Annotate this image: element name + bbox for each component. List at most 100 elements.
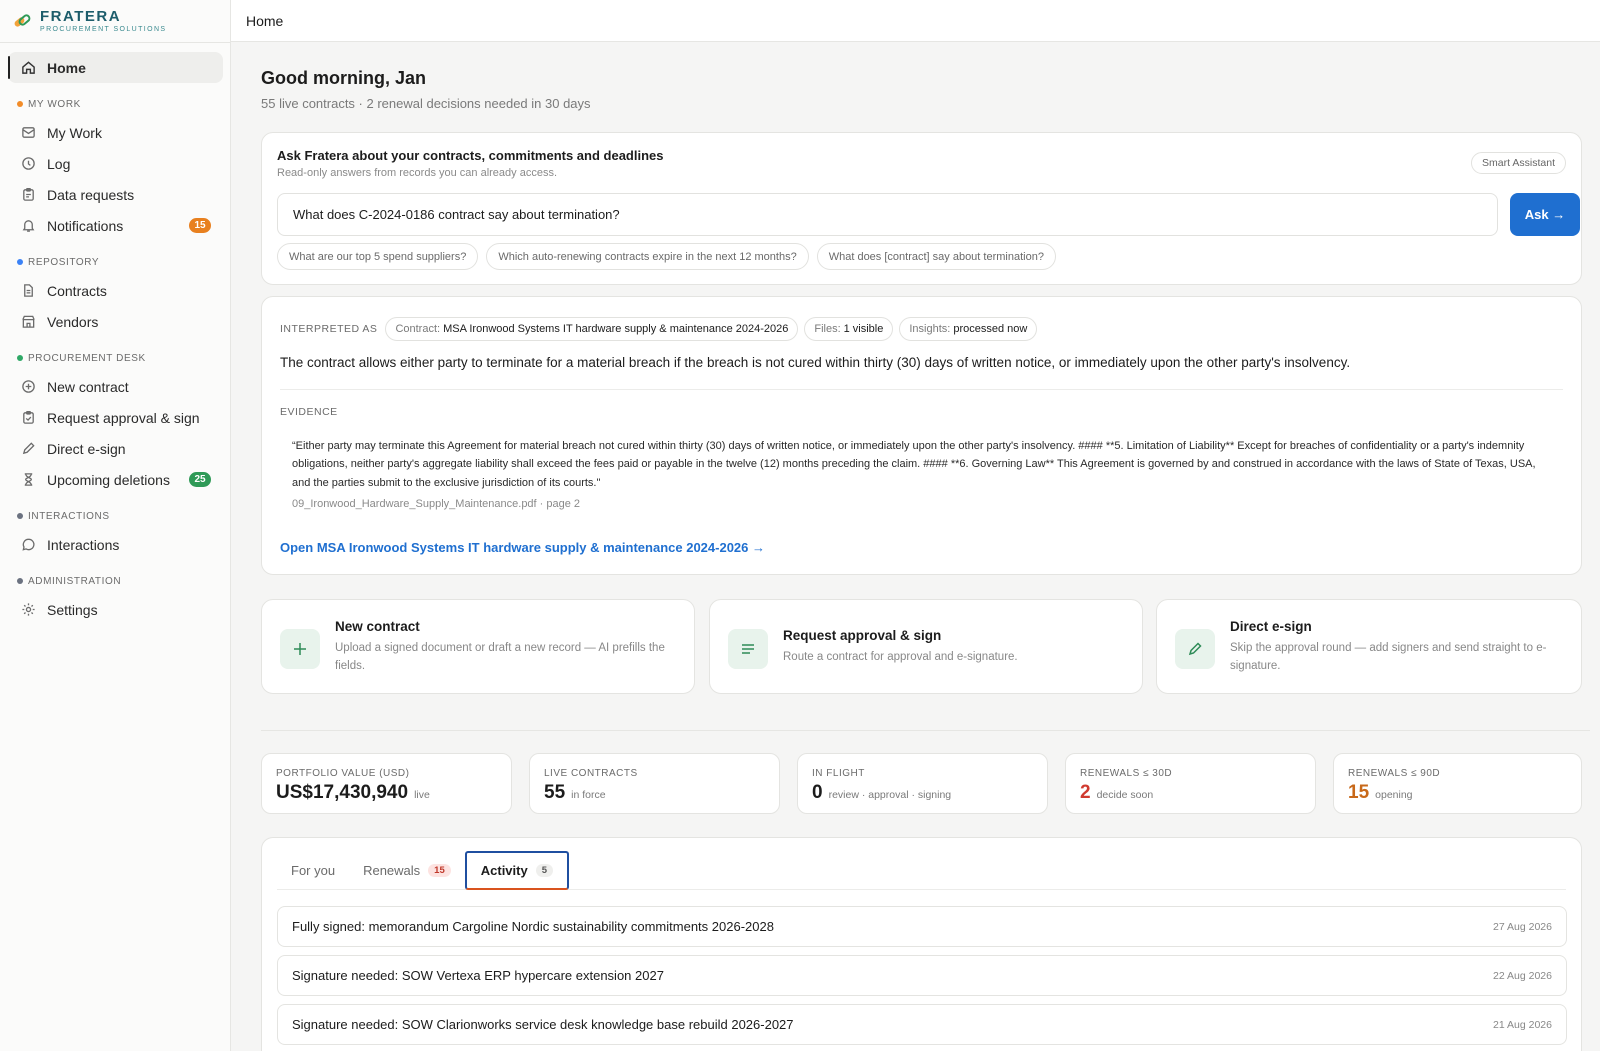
- pill-key: Files:: [814, 323, 841, 335]
- brand[interactable]: FRATERA PROCUREMENT SOLUTIONS: [0, 0, 230, 42]
- store-icon: [20, 314, 36, 330]
- pen-icon: [1175, 629, 1215, 669]
- divider: [261, 730, 1590, 731]
- page-title: Good morning, Jan: [261, 68, 426, 88]
- stat-value: US$17,430,940: [276, 782, 409, 803]
- sidebar-item-direct-esign[interactable]: Direct e-sign: [8, 433, 223, 464]
- sidebar-item-label: Contracts: [47, 282, 107, 299]
- stat-value: 55: [544, 782, 566, 803]
- page-subtitle: 55 live contracts · 2 renewal decisions …: [261, 96, 591, 111]
- section-dot: [17, 355, 23, 361]
- section-my-work: MY WORK: [0, 97, 231, 111]
- divider: [280, 389, 1563, 390]
- evidence-label: EVIDENCE: [280, 406, 338, 418]
- activity-row[interactable]: Fully signed: memorandum Cargoline Nordi…: [277, 906, 1567, 947]
- sidebar-item-label: Request approval & sign: [47, 409, 200, 426]
- stat-label: LIVE CONTRACTS: [544, 768, 638, 779]
- sidebar-item-label: Interactions: [47, 536, 120, 553]
- direct-esign-card[interactable]: Direct e-sign Skip the approval round — …: [1156, 599, 1582, 694]
- tab-for-you[interactable]: For you: [277, 851, 349, 890]
- tab-renewals[interactable]: Renewals 15: [349, 851, 465, 890]
- sidebar: FRATERA PROCUREMENT SOLUTIONS Home MY WO…: [0, 0, 231, 1051]
- sidebar-item-label: Home: [47, 59, 86, 76]
- sidebar-item-log[interactable]: Log: [8, 148, 223, 179]
- sidebar-item-notifications[interactable]: Notifications 15: [8, 210, 223, 241]
- stat-renewals-90d: RENEWALS ≤ 90D 15 opening: [1333, 753, 1582, 814]
- plus-circle-icon: [20, 379, 36, 395]
- sidebar-item-label: Direct e-sign: [47, 440, 126, 457]
- evidence-quote: “Either party may terminate this Agreeme…: [292, 440, 1536, 489]
- sidebar-item-request-approval[interactable]: Request approval & sign: [8, 402, 223, 433]
- sidebar-item-interactions[interactable]: Interactions: [8, 529, 223, 560]
- sidebar-item-new-contract[interactable]: New contract: [8, 371, 223, 402]
- clipboard-icon: [20, 187, 36, 203]
- sidebar-item-upcoming-deletions[interactable]: Upcoming deletions 25: [8, 464, 223, 495]
- clock-icon: [20, 156, 36, 172]
- suggestion-chip[interactable]: What does [contract] say about terminati…: [816, 243, 1056, 270]
- interpreted-as-row: INTERPRETED AS Contract: MSA Ironwood Sys…: [280, 317, 1038, 341]
- sidebar-item-contracts[interactable]: Contracts: [8, 275, 223, 306]
- stat-label: PORTFOLIO VALUE (USD): [276, 768, 410, 779]
- section-label: REPOSITORY: [28, 256, 100, 268]
- activity-title: Signature needed: SOW Vertexa ERP hyperc…: [292, 968, 664, 983]
- ask-title: Ask Fratera about your contracts, commit…: [277, 148, 664, 163]
- deletions-badge: 25: [189, 472, 211, 487]
- breadcrumb: Home: [246, 12, 284, 29]
- sidebar-item-label: Vendors: [47, 313, 99, 330]
- section-dot: [17, 259, 23, 265]
- fratera-logo-icon: [12, 11, 32, 31]
- divider: [0, 42, 231, 43]
- stat-note: live: [414, 789, 430, 801]
- answer-card: INTERPRETED AS Contract: MSA Ironwood Sys…: [261, 296, 1582, 575]
- sidebar-item-home[interactable]: Home: [8, 52, 223, 83]
- activity-row[interactable]: Signature needed: SOW Clarionworks servi…: [277, 1004, 1567, 1045]
- activity-title: Fully signed: memorandum Cargoline Nordi…: [292, 919, 774, 934]
- ask-input[interactable]: What does C-2024-0186 contract say about…: [277, 193, 1498, 236]
- hourglass-icon: [20, 472, 36, 488]
- clipboard-check-icon: [20, 410, 36, 426]
- stat-label: IN FLIGHT: [812, 768, 865, 779]
- activity-title: Signature needed: SOW Clarionworks servi…: [292, 1017, 794, 1032]
- suggestion-chip[interactable]: What are our top 5 spend suppliers?: [277, 243, 479, 270]
- activity-row[interactable]: Signature needed: SOW Vertexa ERP hyperc…: [277, 955, 1567, 996]
- sidebar-item-vendors[interactable]: Vendors: [8, 306, 223, 337]
- action-desc: Route a contract for approval and e-sign…: [783, 651, 1018, 663]
- new-contract-card[interactable]: New contract Upload a signed document or…: [261, 599, 695, 694]
- ask-subtitle: Read-only answers from records you can a…: [277, 167, 558, 179]
- open-contract-link[interactable]: Open MSA Ironwood Systems IT hardware su…: [280, 540, 765, 555]
- tab-label: For you: [291, 863, 336, 878]
- sidebar-item-label: Notifications: [47, 217, 124, 234]
- files-pill[interactable]: Files: 1 visible: [804, 317, 894, 341]
- pill-value: 1 visible: [843, 323, 884, 335]
- section-label: INTERACTIONS: [28, 510, 110, 522]
- action-title: New contract: [335, 619, 420, 634]
- topbar: Home: [231, 0, 1600, 42]
- sidebar-item-label: Log: [47, 155, 71, 172]
- sidebar-item-data-requests[interactable]: Data requests: [8, 179, 223, 210]
- section-label: PROCUREMENT DESK: [28, 352, 146, 364]
- request-approval-card[interactable]: Request approval & sign Route a contract…: [709, 599, 1143, 694]
- stat-label: RENEWALS ≤ 90D: [1348, 768, 1441, 779]
- section-repository: REPOSITORY: [0, 255, 231, 269]
- tab-activity[interactable]: Activity 5: [464, 851, 570, 890]
- sidebar-item-settings[interactable]: Settings: [8, 594, 223, 625]
- insights-pill[interactable]: Insights: processed now: [899, 317, 1038, 341]
- sidebar-item-label: Upcoming deletions: [47, 471, 170, 488]
- section-dot: [17, 578, 23, 584]
- pill-key: Contract:: [395, 323, 441, 335]
- suggestion-chip[interactable]: Which auto-renewing contracts expire in …: [486, 243, 809, 270]
- section-label: MY WORK: [28, 98, 81, 110]
- action-title: Direct e-sign: [1230, 619, 1312, 634]
- sidebar-item-my-work[interactable]: My Work: [8, 117, 223, 148]
- plus-icon: [280, 629, 320, 669]
- brand-name: FRATERA: [40, 8, 122, 25]
- ask-button[interactable]: Ask →: [1510, 193, 1580, 236]
- notifications-badge: 15: [189, 218, 211, 233]
- action-desc: Skip the approval round — add signers an…: [1230, 642, 1547, 672]
- contract-pill[interactable]: Contract: MSA Ironwood Systems IT hardwar…: [385, 317, 799, 341]
- suggestion-chips: What are our top 5 spend suppliers? Whic…: [277, 243, 1056, 270]
- stat-value: 2: [1080, 782, 1091, 803]
- evidence-source[interactable]: 09_Ironwood_Hardware_Supply_Maintenance.…: [292, 498, 580, 510]
- pen-icon: [20, 441, 36, 457]
- activity-date: 21 Aug 2026: [1493, 1018, 1552, 1031]
